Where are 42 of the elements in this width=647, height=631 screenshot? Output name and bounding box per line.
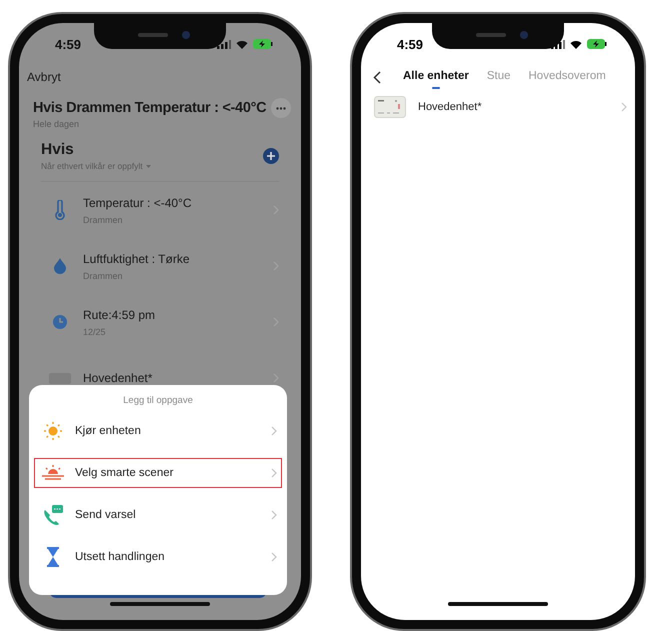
chevron-icon (271, 426, 277, 436)
condition-title: Hovedenhet* (83, 371, 152, 385)
condition-title: Rute:4:59 pm (83, 308, 156, 322)
plus-icon (267, 152, 275, 160)
battery-icon (587, 39, 607, 49)
camera-icon (520, 31, 528, 39)
chevron-icon (271, 552, 277, 562)
cancel-link[interactable]: Avbryt (27, 70, 61, 84)
thermometer-icon (54, 200, 66, 220)
sunset-icon (42, 465, 64, 481)
condition-title: Luftfuktighet : Tørke (83, 252, 190, 266)
section-title: Hvis (41, 141, 75, 159)
device-icon (49, 372, 71, 384)
scene-title: Hvis Drammen Temperatur : <-40°C (33, 100, 266, 116)
more-button[interactable] (271, 98, 291, 118)
room-tab[interactable]: Alle enheter (403, 70, 469, 89)
status-time: 4:59 (397, 36, 424, 52)
wifi-icon (236, 40, 248, 48)
chevron-icon (271, 510, 277, 520)
caret-icon (146, 164, 151, 168)
sheet-item[interactable]: Send varsel (34, 500, 282, 530)
hourglass-icon (46, 547, 60, 567)
chevron-icon (621, 102, 627, 112)
sheet-item[interactable]: Kjør enheten (34, 416, 282, 446)
battery-icon (253, 39, 273, 49)
more-icon (276, 106, 286, 110)
wifi-icon (570, 40, 582, 48)
water-drop-icon (54, 258, 66, 274)
status-time: 4:59 (55, 36, 82, 52)
device-row[interactable]: Hovedenhet* (374, 96, 627, 118)
phone-message-icon (43, 505, 63, 525)
camera-icon (182, 31, 190, 39)
add-button[interactable] (263, 148, 279, 164)
clock-icon (53, 315, 67, 329)
sheet-item[interactable]: Utsett handlingen (34, 542, 282, 572)
hub-device-icon (374, 96, 406, 118)
sun-icon (43, 421, 63, 441)
sheet-item[interactable]: Velg smarte scener (34, 458, 282, 488)
condition-title: Temperatur : <-40°C (83, 196, 192, 210)
back-icon[interactable] (373, 71, 381, 84)
chevron-icon (271, 468, 277, 478)
sheet-title: Legg til oppgave (122, 395, 194, 406)
